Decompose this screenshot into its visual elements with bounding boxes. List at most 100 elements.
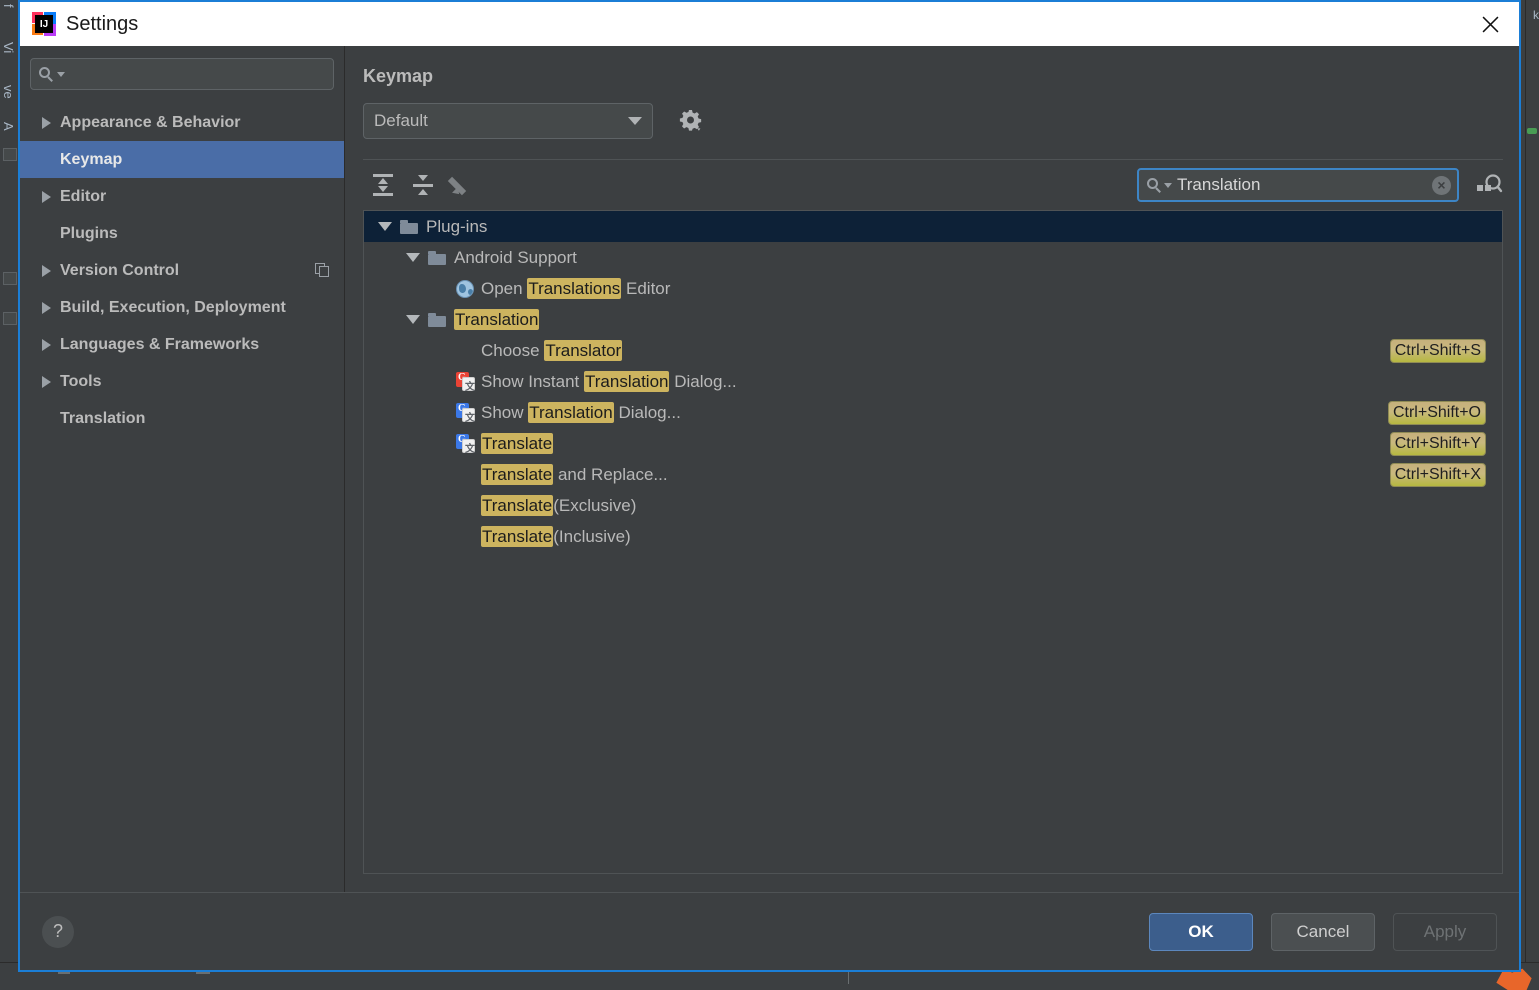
sidebar-search-input[interactable] [30, 58, 334, 90]
backdrop-right-label: k [1533, 8, 1539, 22]
settings-dialog: IJ Settings Appearance & Behavior Keymap E… [18, 0, 1521, 972]
tree-row[interactable]: Plug-ins [364, 211, 1502, 242]
tree-label-text: Dialog... [613, 402, 681, 422]
settings-main-panel: Keymap Default Translation × Plug-ins An… [345, 46, 1519, 892]
tree-label-text: Plug-ins [426, 216, 488, 236]
sidebar-item-build-execution-deployment[interactable]: Build, Execution, Deployment [20, 289, 344, 326]
tree-row[interactable]: Android Support [364, 242, 1502, 273]
tree-row[interactable]: Translation [364, 304, 1502, 335]
dialog-footer: ? OK Cancel Apply [20, 892, 1519, 970]
tree-label-text: and Replace... [553, 464, 668, 484]
backdrop-label-3: A [1, 122, 16, 131]
gear-icon[interactable] [675, 106, 705, 136]
tree-label-text: Choose [481, 340, 545, 360]
search-match-highlight: Translation [528, 401, 614, 423]
tree-row-label: Show Translation Dialog... [481, 401, 681, 423]
search-match-highlight: Translation [584, 370, 670, 392]
search-input-value: Translation [1177, 175, 1261, 194]
keyboard-search-icon[interactable] [1475, 171, 1503, 199]
tree-row-label: Translate and Replace... [481, 463, 668, 485]
tree-row[interactable]: G文 Show Instant Translation Dialog... [364, 366, 1502, 397]
tree-label-text: Editor [621, 278, 671, 298]
backdrop-chip-0 [3, 148, 17, 161]
backdrop-label-0: f [1, 4, 16, 8]
page-title: Keymap [363, 66, 434, 86]
sidebar-item-label: Version Control [60, 261, 180, 279]
tree-label-text: Android Support [454, 247, 577, 267]
backdrop-label-1: Vi [1, 42, 16, 54]
sidebar-item-label: Build, Execution, Deployment [60, 298, 286, 316]
sidebar-item-label: Plugins [60, 224, 118, 242]
tree-row[interactable]: Choose Translator Ctrl+Shift+S [364, 335, 1502, 366]
sidebar-item-label: Translation [60, 409, 146, 427]
sidebar-item-appearance-behavior[interactable]: Appearance & Behavior [20, 104, 344, 141]
tree-row-label: Android Support [454, 248, 577, 268]
ok-button[interactable]: OK [1149, 912, 1253, 951]
tree-label-text: Open [481, 278, 528, 298]
search-match-highlight: Translate [481, 432, 554, 454]
sidebar-item-label: Languages & Frameworks [60, 335, 260, 353]
chevron-right-icon [42, 190, 51, 203]
google-translate-red-icon: G文 [456, 372, 475, 393]
globe-icon [456, 279, 474, 298]
collapse-all-icon[interactable] [403, 169, 443, 201]
chevron-right-icon [42, 375, 51, 388]
shortcut-badge: Ctrl+Shift+Y [1389, 431, 1486, 456]
tree-row[interactable]: G文 Translate Ctrl+Shift+Y [364, 428, 1502, 459]
tree-row-label: Choose Translator [481, 339, 623, 361]
sidebar-item-languages-frameworks[interactable]: Languages & Frameworks [20, 326, 344, 363]
chevron-down-icon [628, 117, 642, 125]
sidebar-item-version-control[interactable]: Version Control [20, 252, 344, 289]
chevron-down-icon [1164, 182, 1172, 188]
settings-sidebar: Appearance & Behavior Keymap Editor Plugins… [20, 46, 345, 892]
keymap-tree[interactable]: Plug-ins Android Support Open Translations… [363, 210, 1503, 874]
shortcut-badge: Ctrl+Shift+X [1389, 462, 1486, 487]
sidebar-item-label: Editor [60, 187, 107, 205]
tree-row-label: Translate(Inclusive) [481, 525, 631, 547]
folder-icon [400, 219, 418, 234]
keymap-dropdown-value: Default [374, 111, 428, 130]
sidebar-item-tools[interactable]: Tools [20, 363, 344, 400]
chevron-right-icon [42, 264, 51, 277]
sidebar-item-label: Tools [60, 372, 102, 390]
sidebar-item-plugins[interactable]: Plugins [20, 215, 344, 252]
tree-row[interactable]: Open Translations Editor [364, 273, 1502, 304]
chevron-down-icon[interactable] [378, 222, 392, 231]
dialog-title-bar: IJ Settings [20, 2, 1519, 46]
backdrop-right-toolwindow-bar: k [1525, 0, 1539, 990]
search-match-highlight: Translate [481, 463, 554, 485]
backdrop-label-2: ve [1, 85, 16, 99]
search-match-highlight: Translate [481, 494, 554, 516]
chevron-down-icon[interactable] [406, 253, 420, 262]
keymap-selector-row: Default [363, 103, 1503, 139]
clear-icon[interactable]: × [1432, 175, 1451, 195]
expand-all-icon[interactable] [363, 169, 403, 201]
cancel-button[interactable]: Cancel [1271, 912, 1375, 951]
logo-text: IJ [39, 18, 49, 30]
search-icon [39, 66, 54, 82]
copy-icon [315, 263, 330, 278]
keymap-dropdown[interactable]: Default [363, 103, 653, 139]
chevron-right-icon [42, 116, 51, 129]
sidebar-item-editor[interactable]: Editor [20, 178, 344, 215]
tree-row[interactable]: G文 Show Translation Dialog... Ctrl+Shift+O [364, 397, 1502, 428]
tree-row-label: Translation [454, 308, 540, 330]
chevron-down-icon[interactable] [406, 315, 420, 324]
search-match-highlight: Translations [527, 277, 622, 299]
sidebar-item-translation[interactable]: Translation [20, 400, 344, 437]
search-input[interactable]: Translation × [1137, 168, 1459, 202]
intellij-logo-icon: IJ [32, 12, 56, 36]
tree-row-label: Plug-ins [426, 217, 487, 237]
tree-row[interactable]: Translate(Exclusive) [364, 490, 1502, 521]
help-button[interactable]: ? [42, 915, 74, 948]
backdrop-chip-2 [3, 312, 17, 325]
close-icon[interactable] [1461, 2, 1519, 46]
backdrop-chip-1 [3, 272, 17, 285]
tree-row[interactable]: Translate(Inclusive) [364, 521, 1502, 552]
tree-row[interactable]: Translate and Replace... Ctrl+Shift+X [364, 459, 1502, 490]
search-icon [1147, 177, 1162, 193]
shortcut-badge: Ctrl+Shift+S [1389, 338, 1486, 363]
search-match-highlight: Translation [454, 308, 540, 330]
sidebar-item-keymap[interactable]: Keymap [20, 141, 344, 178]
edit-shortcut-icon[interactable] [443, 169, 483, 201]
